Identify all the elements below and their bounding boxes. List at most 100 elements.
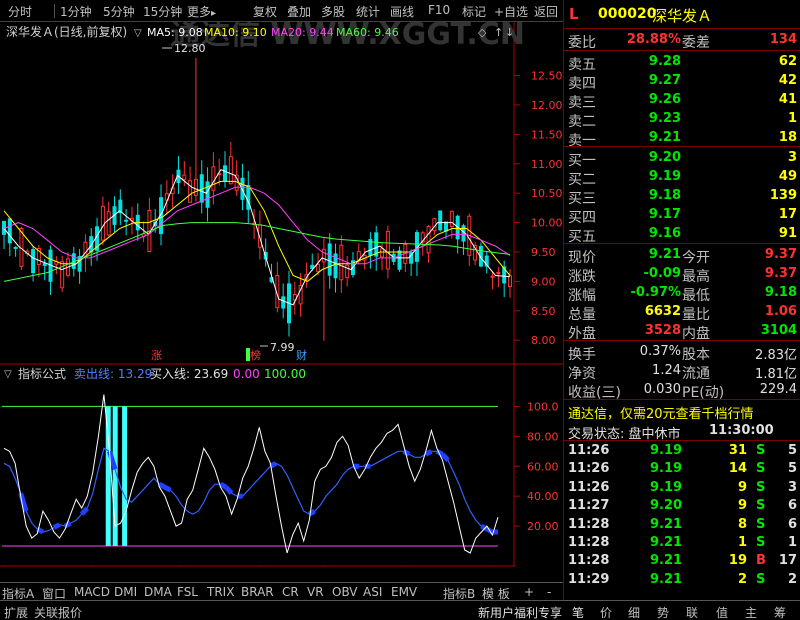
tab-vr[interactable]: VR <box>307 585 324 599</box>
tick-row[interactable]: 11:26 9.19 31 S 5 <box>564 442 800 460</box>
divider <box>564 340 800 341</box>
tab-link[interactable]: 联 <box>686 604 698 620</box>
mark-button[interactable]: 标记 <box>462 3 486 20</box>
tick-row[interactable]: 11:28 9.21 8 S 6 <box>564 516 800 534</box>
multi-stock-button[interactable]: 多股 <box>321 3 345 20</box>
tick-volume: 14 <box>728 461 747 477</box>
tab-chips[interactable]: 筹 <box>774 604 786 620</box>
tab-main[interactable]: 主 <box>745 604 757 620</box>
price-axis-label: 8.00 <box>531 334 556 347</box>
high-price-label: 12.80 <box>174 42 206 55</box>
related-quote-button[interactable]: 关联报价 <box>34 604 82 620</box>
chart-area[interactable]: 通达信 WWW.XGGT.CN 深华发Ａ(日线,前复权) ▽ MA5: 9.08… <box>0 17 563 582</box>
tick-time: 11:28 <box>568 516 610 532</box>
diamond-icon[interactable]: ◇ <box>478 26 487 39</box>
tick-count: 2 <box>787 571 797 587</box>
tab-macd[interactable]: MACD <box>74 585 110 599</box>
thick-signal-segment <box>440 452 450 462</box>
statistics-button[interactable]: 统计 <box>356 3 380 20</box>
ad-text[interactable]: 通达信，仅需20元查看千档行情 <box>568 403 754 422</box>
candle-body <box>426 225 431 254</box>
period-5min-button[interactable]: 5分钟 <box>103 3 135 20</box>
tick-price: 9.20 <box>650 498 683 514</box>
candle-body <box>327 243 332 276</box>
price-axis-label: 12.50 <box>531 70 563 83</box>
period-more-button[interactable]: 更多▸ <box>187 3 216 20</box>
tab-brar[interactable]: BRAR <box>241 585 274 599</box>
tab-value[interactable]: 值 <box>716 604 728 620</box>
buy-level-volume: 139 <box>769 188 797 203</box>
overlay-button[interactable]: 叠加 <box>287 3 311 20</box>
tab-obv[interactable]: OBV <box>332 585 358 599</box>
back-button[interactable]: 返回 <box>534 3 558 20</box>
tick-row[interactable]: 11:26 9.19 9 S 3 <box>564 479 800 497</box>
candle-body <box>106 211 111 236</box>
kline-chart-svg[interactable]: 通达信 WWW.XGGT.CN 深华发Ａ(日线,前复权) ▽ MA5: 9.08… <box>0 17 563 582</box>
sell-line-label: 卖出线: 13.29 <box>74 367 152 381</box>
ad-banner[interactable]: 通达信，仅需20元查看千档行情 <box>564 401 800 422</box>
tab-detail[interactable]: 细 <box>628 604 640 620</box>
thick-signal-segment <box>424 449 433 457</box>
tab-trades[interactable]: 笔 <box>572 604 584 620</box>
expand-button[interactable]: 扩展 <box>4 604 28 620</box>
limit-up-marker[interactable]: 涨 <box>151 349 162 362</box>
tick-direction: S <box>756 571 766 587</box>
tab-fsl[interactable]: FSL <box>177 585 198 599</box>
ranking-marker[interactable]: 榜 <box>250 348 261 362</box>
tick-row[interactable]: 11:29 9.21 2 S 2 <box>564 571 800 589</box>
tick-row[interactable]: 11:26 9.19 14 S 5 <box>564 460 800 478</box>
tab-dma[interactable]: DMA <box>144 585 172 599</box>
quote-stat-row: 涨跌 -0.09 最高 9.37 <box>564 264 800 285</box>
add-watchlist-button[interactable]: +自选 <box>494 3 528 20</box>
tick-price: 9.21 <box>650 516 683 532</box>
promo-link[interactable]: 新用户福利专享 <box>478 604 562 620</box>
stock-name: 深华发Ａ <box>652 7 713 25</box>
sell-level-row: 卖一 9.21 18 <box>564 128 800 149</box>
sell-level-volume: 42 <box>778 73 797 88</box>
chart-toolbar: 分时 1分钟 5分钟 15分钟 更多▸ 复权 叠加 多股 统计 画线 F10 标… <box>0 0 563 22</box>
tick-direction: S <box>756 535 766 550</box>
indicator-chevron-icon[interactable]: ▽ <box>4 369 12 380</box>
period-15min-button[interactable]: 15分钟 <box>143 3 182 20</box>
tab-price[interactable]: 价 <box>600 604 612 620</box>
restore-rights-button[interactable]: 复权 <box>253 3 277 20</box>
sell-level-price: 9.23 <box>648 111 681 126</box>
candle-body <box>205 181 210 208</box>
tick-row[interactable]: 11:28 9.21 19 B 17 <box>564 552 800 570</box>
tab-emv[interactable]: EMV <box>391 585 417 599</box>
chevron-down-icon[interactable]: ▽ <box>134 28 142 39</box>
tick-row[interactable]: 11:27 9.20 9 S 6 <box>564 497 800 515</box>
tab-dmi[interactable]: DMI <box>114 585 137 599</box>
candle-body <box>339 244 344 281</box>
tab-trix[interactable]: TRIX <box>207 585 234 599</box>
status-bar: 扩展 关联报价 新用户福利专享 笔 价 细 势 联 值 主 筹 <box>0 600 800 620</box>
add-tab-button[interactable]: + <box>524 585 534 599</box>
stat-value: -0.09 <box>643 266 681 281</box>
moving-average-lines <box>3 168 511 306</box>
market-marker: L <box>569 5 579 23</box>
up-arrow-icon[interactable]: ↑ <box>494 26 503 39</box>
indicator-axis-label: 20.00 <box>527 520 559 533</box>
stat-value-2: 9.37 <box>764 266 797 281</box>
remove-tab-button[interactable]: - <box>547 585 551 599</box>
finance-marker[interactable]: 财 <box>296 348 307 362</box>
price-axis-label: 8.50 <box>531 305 556 318</box>
draw-line-button[interactable]: 画线 <box>390 3 414 20</box>
buy-line-curve <box>3 394 499 554</box>
tab-trend[interactable]: 势 <box>657 604 669 620</box>
divider <box>564 146 800 147</box>
sell-line-curve <box>3 447 498 533</box>
tick-count: 17 <box>778 553 797 569</box>
f10-button[interactable]: F10 <box>428 3 450 17</box>
tab-asi[interactable]: ASI <box>363 585 382 599</box>
sell-level-volume: 41 <box>778 92 797 107</box>
quote-panel: L 000020 深华发Ａ 委比 28.88% 委差 134 卖五 9.28 62 卖… <box>563 0 800 600</box>
tick-row[interactable]: 11:28 9.21 1 S 1 <box>564 534 800 552</box>
candle-body <box>508 275 512 288</box>
down-arrow-icon[interactable]: ↓ <box>505 26 514 39</box>
period-intraday-button[interactable]: 分时 <box>8 3 32 20</box>
period-1min-button[interactable]: 1分钟 <box>60 3 92 20</box>
tab-cr[interactable]: CR <box>282 585 299 599</box>
divider <box>564 50 800 51</box>
thick-signal-segment <box>163 484 172 493</box>
